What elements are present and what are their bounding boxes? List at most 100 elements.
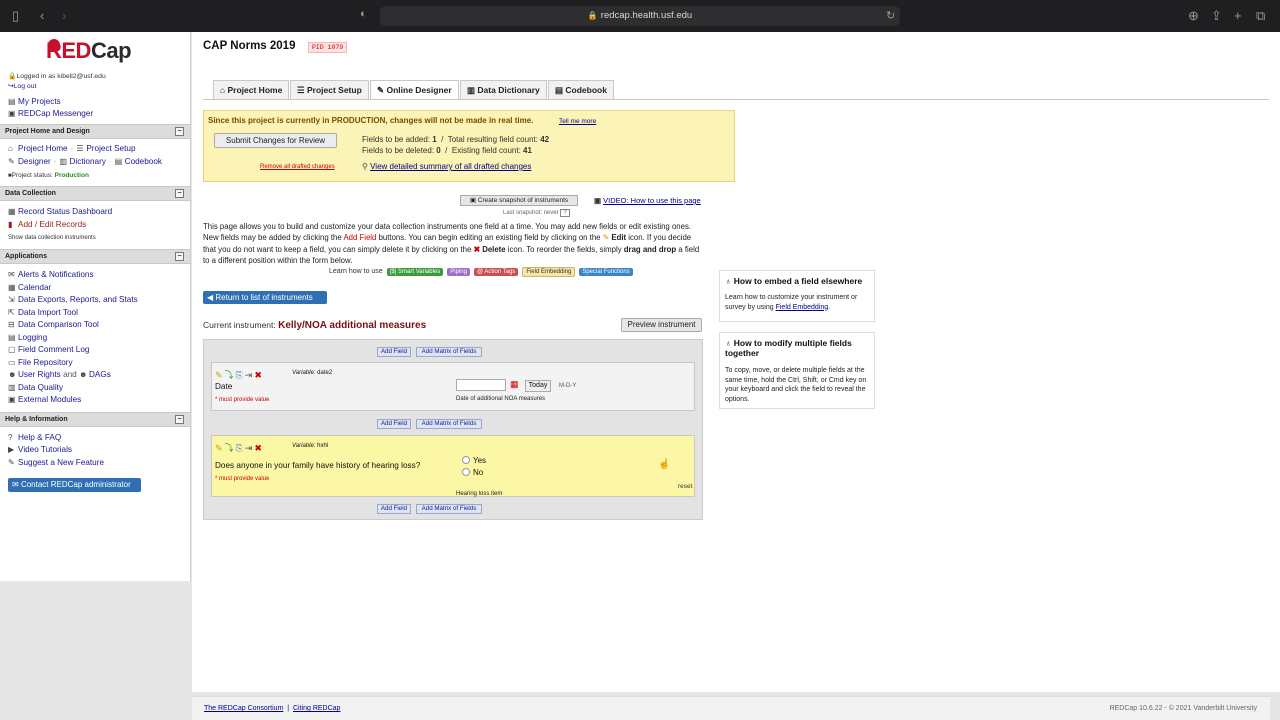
- sidebar-item-codebook[interactable]: Codebook: [125, 157, 162, 166]
- mail-icon: ✉: [12, 480, 21, 489]
- smart-variables-button[interactable]: [$] Smart Variables: [386, 268, 444, 276]
- preview-instrument-button[interactable]: Preview instrument: [621, 318, 702, 332]
- logout-link[interactable]: ↪Log out: [8, 82, 36, 90]
- sidebar-item-record-status[interactable]: ▦ Record Status Dashboard: [8, 207, 112, 216]
- choice-no[interactable]: No: [462, 468, 483, 477]
- collapse-icon[interactable]: −: [175, 252, 184, 261]
- left-sidebar: REDCap 🔒Logged in as kibell2@usf.edu ↪Lo…: [0, 32, 191, 581]
- delete-icon[interactable]: ✖: [254, 443, 264, 453]
- special-functions-button[interactable]: Special Functions: [579, 268, 633, 276]
- add-field-button[interactable]: Add Field: [377, 419, 411, 429]
- remove-drafted-changes-link[interactable]: Remove all drafted changes: [260, 164, 335, 170]
- delete-icon[interactable]: ✖: [254, 370, 264, 380]
- collapse-icon[interactable]: −: [175, 415, 184, 424]
- sidebar-item-calendar[interactable]: ▦ Calendar: [8, 283, 51, 292]
- field-row-date[interactable]: ✎⤵⎘⇥✖ Variable: date2 Date * must provid…: [211, 362, 695, 411]
- reset-link[interactable]: reset: [678, 483, 692, 490]
- piping-button[interactable]: Piping: [447, 268, 470, 276]
- tab-project-home[interactable]: ⌂ Project Home: [213, 80, 290, 99]
- branching-icon[interactable]: ⤵: [225, 443, 236, 453]
- last-snapshot-text: Last snapshot: never ?: [503, 209, 570, 217]
- today-button[interactable]: Today: [525, 380, 551, 392]
- bell-icon: ✉: [8, 270, 15, 279]
- sidebar-toggle-icon[interactable]: ▯: [12, 7, 19, 25]
- tab-online-designer[interactable]: ✎ Online Designer: [370, 80, 459, 100]
- sidebar-item-dictionary[interactable]: Dictionary: [70, 157, 106, 166]
- edit-icon[interactable]: ✎: [215, 443, 225, 453]
- messenger-link[interactable]: ▣ REDCap Messenger: [8, 109, 93, 118]
- add-matrix-button[interactable]: Add Matrix of Fields: [416, 419, 482, 429]
- current-instrument: Current instrument: Kelly/NOA additional…: [203, 320, 427, 331]
- variable-name: Variable: date2: [292, 370, 333, 376]
- tell-me-more-link[interactable]: Tell me more: [559, 118, 596, 125]
- consortium-link[interactable]: The REDCap Consortium: [204, 705, 283, 712]
- sidebar-item-external-modules[interactable]: ▣ External Modules: [8, 395, 81, 404]
- video-link[interactable]: ▣ VIDEO: How to use this page: [594, 196, 701, 205]
- radio-button[interactable]: [462, 456, 470, 464]
- submit-changes-button[interactable]: Submit Changes for Review: [214, 133, 337, 148]
- sidebar-item-logging[interactable]: ▤ Logging: [8, 333, 47, 342]
- sidebar-item-comparison[interactable]: ⊟ Data Comparison Tool: [8, 320, 99, 329]
- sidebar-item-project-home[interactable]: ⌂ Project Home · ☰ Project Setup: [8, 144, 136, 153]
- sidebar-item-designer[interactable]: ✎ Designer · ▥ Dictionary · ▤ Codebook: [8, 157, 162, 166]
- sidebar-item-dags[interactable]: DAGs: [89, 370, 111, 379]
- section-applications: Applications −: [0, 249, 190, 264]
- tab-data-dictionary[interactable]: ▥ Data Dictionary: [460, 80, 547, 99]
- share-icon[interactable]: ⇪: [1211, 7, 1222, 25]
- copy-icon[interactable]: ⎘: [236, 443, 245, 453]
- sidebar-item-alerts[interactable]: ✉ Alerts & Notifications: [8, 270, 94, 279]
- sidebar-item-user-rights[interactable]: ☻ User Rights and ☻ DAGs: [8, 370, 111, 379]
- contact-admin-button[interactable]: ✉ Contact REDCap administrator: [8, 478, 141, 492]
- sidebar-item-data-quality[interactable]: ▥ Data Quality: [8, 383, 63, 392]
- move-icon[interactable]: ⇥: [245, 370, 255, 380]
- choice-yes[interactable]: Yes: [462, 456, 486, 465]
- field-row-hearing-loss[interactable]: ✎⤵⎘⇥✖ Variable: hxhl Does anyone in your…: [211, 435, 695, 497]
- show-instruments-link[interactable]: Show data collection instruments: [8, 235, 96, 241]
- sidebar-item-video-tutorials[interactable]: ▶ Video Tutorials: [8, 445, 72, 454]
- sidebar-item-suggest-feature[interactable]: ✎ Suggest a New Feature: [8, 458, 104, 467]
- sidebar-item-comment-log[interactable]: ▢ Field Comment Log: [8, 345, 89, 354]
- branching-icon[interactable]: ⤵: [225, 370, 236, 380]
- radio-button[interactable]: [462, 468, 470, 476]
- field-embedding-link[interactable]: Field Embedding: [776, 304, 829, 311]
- back-icon[interactable]: ‹: [40, 7, 44, 25]
- view-summary-link[interactable]: ⚲ View detailed summary of all drafted c…: [362, 162, 531, 171]
- edit-icon[interactable]: ✎: [215, 370, 225, 380]
- sidebar-item-file-repository[interactable]: ▭ File Repository: [8, 358, 73, 367]
- download-icon[interactable]: ⊕: [1188, 7, 1199, 25]
- add-matrix-button[interactable]: Add Matrix of Fields: [416, 504, 482, 514]
- tab-overview-icon[interactable]: ⧉: [1256, 7, 1265, 25]
- help-icon[interactable]: ?: [560, 209, 570, 217]
- question-icon: ?: [8, 433, 13, 442]
- tab-project-setup[interactable]: ☰ Project Setup: [290, 80, 369, 99]
- sidebar-item-project-setup[interactable]: Project Setup: [86, 144, 135, 153]
- field-embedding-button[interactable]: Field Embedding: [522, 267, 576, 277]
- add-matrix-button[interactable]: Add Matrix of Fields: [416, 347, 482, 357]
- action-tags-button[interactable]: @ Action Tags: [473, 268, 519, 276]
- add-field-button[interactable]: Add Field: [377, 504, 411, 514]
- create-snapshot-button[interactable]: ▣ Create snapshot of instruments: [460, 195, 578, 206]
- new-tab-icon[interactable]: +: [1234, 7, 1242, 25]
- move-icon[interactable]: ⇥: [245, 443, 255, 453]
- date-input[interactable]: [456, 379, 506, 391]
- sidebar-item-exports[interactable]: ⇲ Data Exports, Reports, and Stats: [8, 295, 138, 304]
- redcap-logo[interactable]: REDCap: [46, 38, 132, 64]
- sidebar-item-add-edit[interactable]: ▮ Add / Edit Records: [8, 220, 86, 229]
- dictionary-icon: ▥: [59, 157, 68, 166]
- calendar-icon[interactable]: ▦: [510, 379, 519, 390]
- copy-icon[interactable]: ⎘: [236, 370, 245, 380]
- sidebar-item-help-faq[interactable]: ? Help & FAQ: [8, 433, 61, 442]
- citing-link[interactable]: Citing REDCap: [293, 705, 340, 712]
- address-bar[interactable]: 🔒 redcap.health.usf.edu: [380, 6, 900, 26]
- tab-codebook[interactable]: ▤ Codebook: [548, 80, 614, 99]
- add-field-button[interactable]: Add Field: [377, 347, 411, 357]
- collapse-icon[interactable]: −: [175, 127, 184, 136]
- privacy-shield-icon[interactable]: ◐: [360, 8, 367, 20]
- sidebar-item-import[interactable]: ⇱ Data Import Tool: [8, 308, 78, 317]
- forward-icon[interactable]: ›: [62, 7, 66, 25]
- my-projects-link[interactable]: ▤ My Projects: [8, 97, 61, 106]
- record-icon: ▮: [8, 220, 13, 229]
- collapse-icon[interactable]: −: [175, 189, 184, 198]
- reload-icon[interactable]: ↻: [886, 6, 895, 26]
- return-to-instruments-button[interactable]: ◀ Return to list of instruments: [203, 291, 327, 304]
